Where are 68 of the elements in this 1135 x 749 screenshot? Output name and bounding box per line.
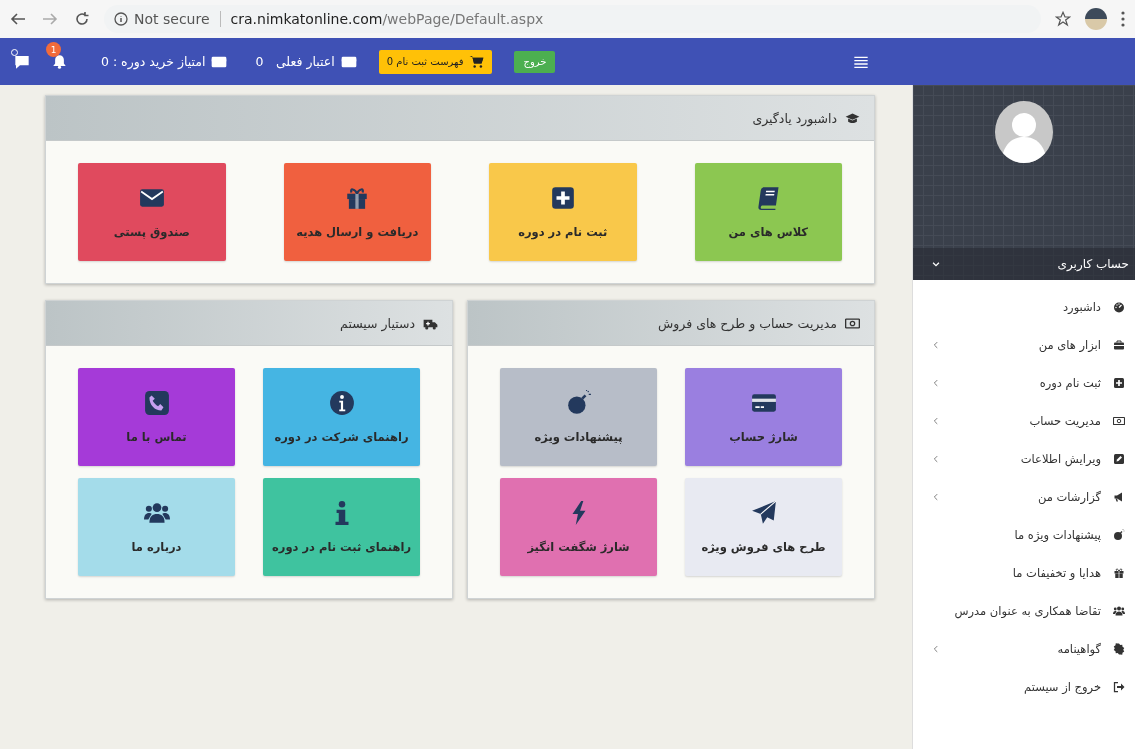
sidebar-item[interactable]: گزارشات من xyxy=(913,478,1135,516)
address-bar[interactable]: Not secure cra.nimkatonline.com/webPage/Default.aspx xyxy=(104,5,1041,33)
dashboard-tile[interactable]: پیشنهادات ویژه xyxy=(500,368,657,466)
certificate-icon xyxy=(1113,643,1125,655)
sidebar-item[interactable]: ویرایش اطلاعات xyxy=(913,440,1135,478)
phone-icon xyxy=(143,390,170,416)
cart-button[interactable]: فهرست ثبت نام 0 xyxy=(378,49,493,74)
banknote-icon xyxy=(845,315,860,331)
sidebar-item[interactable]: هدایا و تخفیفات ما xyxy=(913,554,1135,592)
gauge-icon xyxy=(1113,301,1125,313)
chevron-icon xyxy=(931,259,941,269)
briefcase-icon xyxy=(1113,339,1125,351)
bell-icon xyxy=(52,54,67,69)
account-dropdown[interactable]: حساب کاربری xyxy=(913,248,1135,280)
plus-icon xyxy=(1113,377,1125,389)
sidebar-item[interactable]: ثبت نام دوره xyxy=(913,364,1135,402)
megaphone-icon xyxy=(1113,491,1125,503)
chevron-icon xyxy=(931,416,941,426)
sidebar-item[interactable]: داشبورد xyxy=(913,288,1135,326)
security-label: Not secure xyxy=(134,11,210,27)
chevron-icon xyxy=(931,378,941,388)
reload-icon[interactable] xyxy=(74,11,90,27)
sidebar-item[interactable]: گواهینامه xyxy=(913,630,1135,668)
chat-icon[interactable] xyxy=(14,53,30,70)
avatar-icon[interactable] xyxy=(1085,8,1107,30)
chevron-icon xyxy=(931,492,941,502)
more-icon[interactable] xyxy=(1121,11,1125,27)
chevron-icon xyxy=(931,644,941,654)
sidebar-item[interactable]: خروج از سیستم xyxy=(913,668,1135,706)
chevron-icon xyxy=(931,340,941,350)
panel-title: داشبورد یادگیری xyxy=(752,110,837,126)
notification-badge: 1 xyxy=(46,42,61,57)
dashboard-tile[interactable]: شارژ حساب xyxy=(685,368,842,466)
avatar-icon xyxy=(995,101,1053,163)
users-icon xyxy=(1113,605,1125,617)
paper-plane-icon xyxy=(750,500,777,526)
edit-icon xyxy=(1113,453,1125,465)
dashboard-tile[interactable]: طرح های فروش ویژه xyxy=(685,478,842,576)
info-icon xyxy=(328,390,355,416)
star-icon[interactable] xyxy=(1055,11,1071,27)
sidebar-item[interactable]: ابزار های من xyxy=(913,326,1135,364)
logout-icon xyxy=(1113,681,1125,693)
info-icon xyxy=(114,12,128,26)
bomb-icon xyxy=(565,390,592,416)
url-text: cra.nimkatonline.com/webPage/Default.aspx xyxy=(230,11,544,27)
sidebar-item[interactable]: پیشنهادات ویژه ما xyxy=(913,516,1135,554)
sidebar-item[interactable]: تقاضا همکاری به عنوان مدرس xyxy=(913,592,1135,630)
banknote-icon xyxy=(1113,415,1125,427)
panel-title: مدیریت حساب و طرح های فروش xyxy=(658,315,837,331)
sidebar-item[interactable]: مدیریت حساب xyxy=(913,402,1135,440)
chevron-icon xyxy=(931,454,941,464)
dashboard-tile[interactable]: دریافت و ارسال هدیه xyxy=(283,163,431,261)
dashboard-tile[interactable]: راهنمای شرکت در دوره xyxy=(263,368,420,466)
points-text: امتیاز خرید دوره : 0 xyxy=(101,53,228,70)
dashboard-tile[interactable]: ثبت نام در دوره xyxy=(489,163,637,261)
dashboard-tile[interactable]: راهنمای ثبت نام در دوره xyxy=(263,478,420,576)
cart-icon xyxy=(469,54,485,69)
plus-icon xyxy=(549,185,576,211)
gift-icon xyxy=(1113,567,1125,579)
back-arrow-icon[interactable] xyxy=(10,11,26,27)
users-icon xyxy=(143,500,170,526)
dashboard-tile[interactable]: صندوق پستی xyxy=(78,163,226,261)
credit-text: اعتبار فعلی 0 xyxy=(255,53,357,70)
panel-title: دستیار سیستم xyxy=(340,315,415,331)
dashboard-tile[interactable]: کلاس های من xyxy=(694,163,842,261)
bomb-icon xyxy=(1113,529,1125,541)
dashboard-tile[interactable]: درباره ما xyxy=(78,478,235,576)
dashboard-tile[interactable]: شارژ شگفت انگیز xyxy=(500,478,657,576)
